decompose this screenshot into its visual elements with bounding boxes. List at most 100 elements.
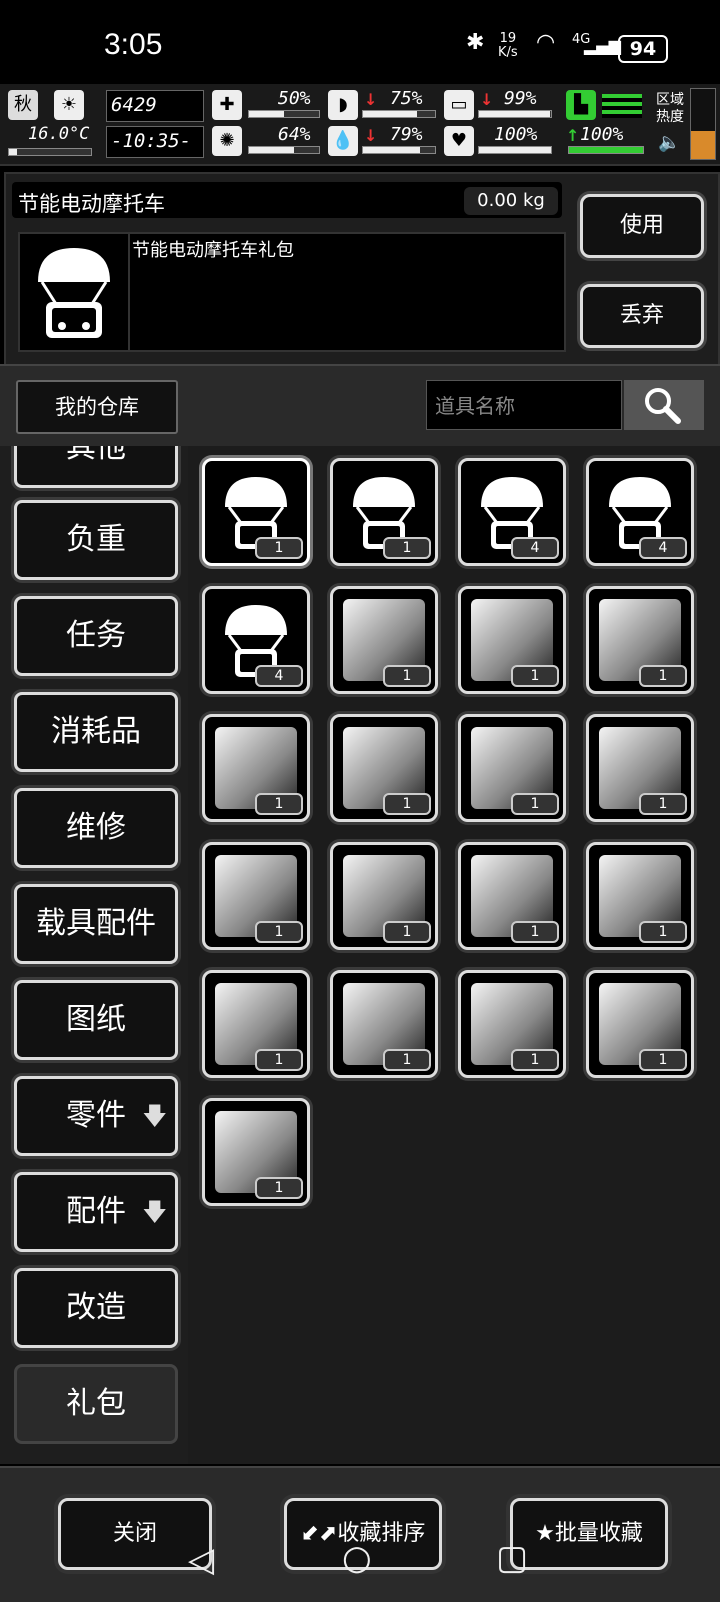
item-slot[interactable]: 1 (458, 714, 566, 822)
item-slot[interactable]: 1 (586, 714, 694, 822)
item-slot[interactable]: 1 (330, 970, 438, 1078)
water-value: 79% (390, 124, 423, 145)
water-bar (362, 146, 436, 154)
item-count-badge: 1 (639, 1049, 687, 1071)
category-task[interactable]: 任务 (14, 596, 178, 676)
heart-value: 100% (494, 124, 538, 145)
speaker-icon[interactable]: 🔈 (658, 132, 680, 153)
item-count-badge: 1 (383, 537, 431, 559)
water-drop-icon: 💧 (328, 126, 358, 156)
use-button[interactable]: 使用 (580, 194, 704, 258)
temperature: 16.0°C (28, 124, 90, 144)
category-other[interactable]: 其他 (14, 446, 178, 488)
item-count-badge: 1 (255, 1177, 303, 1199)
item-slot[interactable]: 4 (202, 586, 310, 694)
heart-icon: ♥ (444, 126, 474, 156)
item-slot[interactable]: 1 (330, 714, 438, 822)
sort-arrows-icon: ⬋⬈ (300, 1521, 338, 1546)
category-blueprints[interactable]: 图纸 (14, 980, 178, 1060)
item-slot[interactable]: 1 (458, 842, 566, 950)
item-slot[interactable]: 1 (458, 586, 566, 694)
item-count-badge: 1 (383, 1049, 431, 1071)
category-sidebar[interactable]: 其他 负重 任务 消耗品 维修 载具配件 图纸 零件 🡇 配件 🡇 改造 礼包 (0, 446, 188, 1464)
item-count-badge: 1 (639, 665, 687, 687)
item-count-badge: 1 (511, 793, 559, 815)
item-count-badge: 1 (511, 1049, 559, 1071)
boot-icon: ▙ (566, 90, 596, 120)
nav-recents-icon[interactable]: ▢ (496, 1538, 528, 1578)
item-slot[interactable]: 1 (330, 586, 438, 694)
item-count-badge: 1 (511, 665, 559, 687)
discard-button[interactable]: 丢弃 (580, 284, 704, 348)
item-slot[interactable]: 1 (202, 1098, 310, 1206)
water-down-arrow: ↓ (364, 126, 378, 145)
health-value: 50% (278, 88, 311, 109)
item-slot[interactable]: 1 (202, 842, 310, 950)
expand-down-icon: 🡇 (142, 1198, 167, 1226)
brain-icon: ✺ (212, 126, 242, 156)
item-count-badge: 1 (511, 921, 559, 943)
season-icon: 秋 (8, 90, 38, 120)
item-slot[interactable]: 1 (202, 970, 310, 1078)
item-count-badge: 4 (639, 537, 687, 559)
wifi-icon: ◠ (536, 30, 556, 55)
item-slot[interactable]: 1 (202, 458, 310, 566)
item-description: 节能电动摩托车礼包 (132, 240, 294, 261)
item-count-badge: 1 (255, 921, 303, 943)
health-bar (248, 110, 320, 118)
item-slot[interactable]: 1 (586, 970, 694, 1078)
nav-home-icon[interactable]: ○ (342, 1538, 372, 1578)
item-weight: 0.00 kg (464, 187, 558, 215)
item-slot[interactable]: 4 (586, 458, 694, 566)
item-search-input[interactable]: 道具名称 (426, 380, 622, 430)
item-count-badge: 1 (255, 537, 303, 559)
item-slot[interactable]: 1 (330, 842, 438, 950)
search-button[interactable] (624, 380, 704, 430)
category-accessories[interactable]: 配件 🡇 (14, 1172, 178, 1252)
item-count-badge: 1 (255, 793, 303, 815)
nav-back-icon[interactable]: ◁ (188, 1540, 214, 1580)
item-slot[interactable]: 1 (330, 458, 438, 566)
zone-heat-label: 区域 热度 (656, 92, 684, 125)
day-box: 6429 (106, 90, 204, 122)
category-consumables[interactable]: 消耗品 (14, 692, 178, 772)
category-repair[interactable]: 维修 (14, 788, 178, 868)
my-warehouse-button[interactable]: 我的仓库 (16, 380, 178, 434)
item-slot[interactable]: 1 (586, 586, 694, 694)
item-count-badge: 4 (255, 665, 303, 687)
item-name: 节能电动摩托车 (18, 192, 165, 216)
category-gift-pack[interactable]: 礼包 (14, 1364, 178, 1444)
tank-value: 99% (504, 88, 537, 109)
zone-heat-meter (690, 88, 716, 160)
selected-item-icon (18, 232, 130, 352)
item-slot[interactable]: 1 (586, 842, 694, 950)
item-count-badge: 1 (383, 793, 431, 815)
tank-icon: ▭ (444, 90, 474, 120)
net-speed: 19 K/s (498, 31, 518, 60)
item-count-badge: 1 (255, 1049, 303, 1071)
item-slot[interactable]: 1 (202, 714, 310, 822)
item-count-badge: 1 (383, 665, 431, 687)
fitness-up-arrow: ↑ (566, 126, 580, 145)
category-modification[interactable]: 改造 (14, 1268, 178, 1348)
item-slot[interactable]: 4 (458, 458, 566, 566)
status-time: 3:05 (104, 28, 163, 61)
category-load[interactable]: 负重 (14, 500, 178, 580)
stamina-bar (248, 146, 320, 154)
day-counter: 6429 (111, 94, 157, 116)
medkit-icon: ✚ (212, 90, 242, 120)
survival-hud: 秋 ☀ 16.0°C 6429 -10:35- ✚ 50% ✺ 64% ◗ ↓ … (0, 84, 720, 166)
expand-down-icon: 🡇 (142, 1102, 167, 1130)
tank-down-arrow: ↓ (480, 90, 494, 109)
item-count-badge: 1 (639, 793, 687, 815)
bluetooth-icon: ✱ (466, 30, 485, 55)
item-slot[interactable]: 1 (458, 970, 566, 1078)
stamina-value: 64% (278, 124, 311, 145)
stomach-bar (362, 110, 436, 118)
category-components[interactable]: 零件 🡇 (14, 1076, 178, 1156)
category-vehicle-parts[interactable]: 载具配件 (14, 884, 178, 964)
temperature-bar (8, 148, 92, 156)
fitness-stripes-icon (602, 94, 642, 118)
batch-favorite-button[interactable]: ★批量收藏 (510, 1498, 668, 1570)
battery-indicator: 94 (618, 35, 668, 63)
